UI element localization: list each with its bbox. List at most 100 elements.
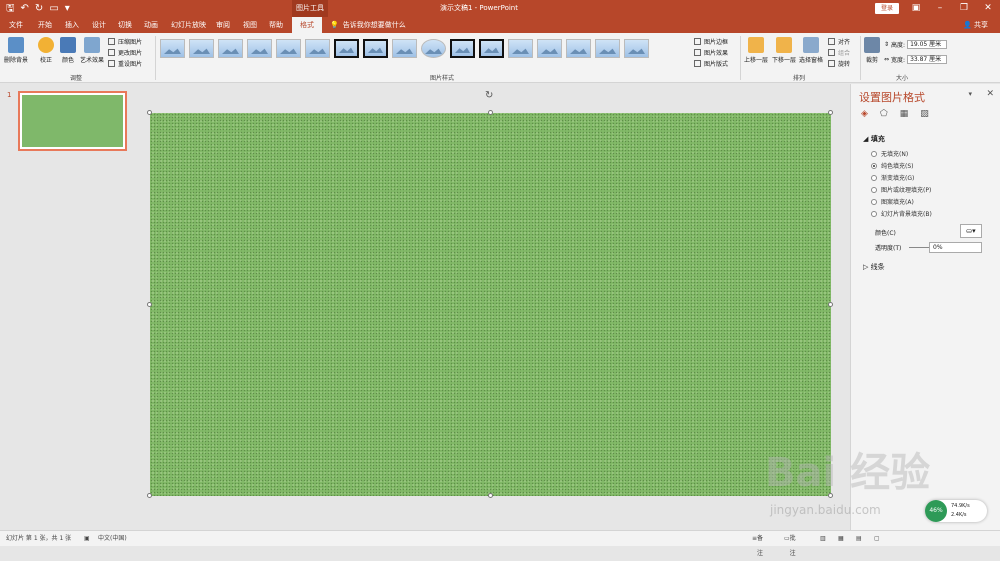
picture-style-thumb[interactable] (508, 39, 533, 58)
close-icon[interactable]: ✕ (986, 89, 994, 99)
restore-icon[interactable]: ❐ (952, 0, 976, 17)
picture-style-thumb[interactable] (537, 39, 562, 58)
tab-insert[interactable]: 插入 (65, 17, 79, 33)
solid-fill-radio[interactable]: 纯色填充(S) (871, 161, 914, 170)
picture-style-thumb[interactable] (595, 39, 620, 58)
slide-thumbnail[interactable] (18, 91, 127, 151)
width-input[interactable]: 33.87 厘米 (907, 55, 948, 64)
picture-style-thumb[interactable] (421, 39, 446, 58)
resize-handle[interactable] (147, 493, 152, 498)
width-field[interactable]: ⇔ 宽度: 33.87 厘米 (884, 55, 948, 64)
remove-background-button[interactable]: 删除背景 (4, 37, 28, 64)
rotate-handle-icon[interactable]: ↻ (485, 90, 493, 101)
slide-sorter-icon[interactable]: ▦ (838, 531, 844, 546)
undo-icon[interactable]: ↶ (21, 2, 29, 15)
height-field[interactable]: ⇕ 高度: 19.05 厘米 (884, 40, 948, 49)
picture-effects-button[interactable]: 图片效果 (694, 48, 728, 57)
correct-button[interactable]: 校正 (38, 37, 54, 64)
tab-design[interactable]: 设计 (92, 17, 106, 33)
start-presentation-icon[interactable]: ▭ (49, 2, 58, 15)
language-indicator[interactable]: 中文(中国) (98, 531, 127, 546)
picture-style-thumb[interactable] (624, 39, 649, 58)
resize-handle[interactable] (828, 302, 833, 307)
picture-style-thumb[interactable] (479, 39, 504, 58)
save-icon[interactable]: 🖫 (6, 2, 15, 15)
picture-icon[interactable]: ▨ (920, 109, 929, 119)
tab-review[interactable]: 审阅 (216, 17, 230, 33)
picture-style-thumb[interactable] (160, 39, 185, 58)
compress-pictures-button[interactable]: 压缩图片 (108, 37, 142, 46)
crop-button[interactable]: 裁剪 (864, 37, 880, 64)
share-button[interactable]: 👤 共享 (963, 17, 988, 33)
artistic-effects-button[interactable]: 艺术效果 (80, 37, 104, 64)
slideshow-icon[interactable]: ▢ (874, 531, 880, 546)
customize-qat-icon[interactable]: ▾ (65, 2, 70, 15)
tab-file[interactable]: 文件 (9, 17, 23, 33)
comments-button[interactable]: ▭ 批注 (784, 531, 796, 557)
picture-style-thumb[interactable] (363, 39, 388, 58)
reading-view-icon[interactable]: ▤ (856, 531, 862, 546)
align-button[interactable]: 对齐 (828, 37, 850, 46)
resize-handle[interactable] (488, 110, 493, 115)
picture-style-thumb[interactable] (334, 39, 359, 58)
picture-style-thumb[interactable] (276, 39, 301, 58)
color-button[interactable]: 颜色 (60, 37, 76, 64)
transparency-input[interactable]: 0% (929, 242, 982, 253)
pane-options-icon[interactable]: ▾ (968, 90, 972, 98)
tab-animations[interactable]: 动画 (144, 17, 158, 33)
change-picture-button[interactable]: 更改图片 (108, 48, 142, 57)
bring-forward-button[interactable]: 上移一层 (744, 37, 768, 64)
reset-picture-button[interactable]: 重设图片 (108, 59, 142, 68)
fill-line-icon[interactable]: ◈ (861, 109, 868, 119)
tab-help[interactable]: 帮助 (269, 17, 283, 33)
size-properties-icon[interactable]: ▦ (900, 109, 909, 119)
resize-handle[interactable] (147, 302, 152, 307)
gradient-fill-radio[interactable]: 渐变填充(G) (871, 173, 914, 182)
selected-picture[interactable] (150, 113, 831, 496)
picture-border-button[interactable]: 图片边框 (694, 37, 728, 46)
redo-icon[interactable]: ↻ (35, 2, 43, 15)
spell-check-icon[interactable]: ▣ (84, 531, 90, 546)
rotate-button[interactable]: 旋转 (828, 59, 850, 68)
effects-pentagon-icon[interactable]: ⬠ (880, 109, 888, 119)
height-input[interactable]: 19.05 厘米 (907, 40, 948, 49)
resize-handle[interactable] (488, 493, 493, 498)
send-backward-button[interactable]: 下移一层 (772, 37, 796, 64)
picture-style-thumb[interactable] (450, 39, 475, 58)
picture-style-thumb[interactable] (218, 39, 243, 58)
selection-pane-button[interactable]: 选择窗格 (799, 37, 823, 64)
tab-slideshow[interactable]: 幻灯片放映 (171, 17, 206, 33)
picture-style-thumb[interactable] (305, 39, 330, 58)
group-button[interactable]: 组合 (828, 48, 850, 57)
close-icon[interactable]: ✕ (976, 0, 1000, 17)
tab-view[interactable]: 视图 (243, 17, 257, 33)
ribbon-display-icon[interactable]: ▣ (904, 0, 928, 17)
notes-button[interactable]: ≡ 备注 (752, 531, 763, 557)
artistic-effects-label: 艺术效果 (80, 57, 105, 64)
resize-handle[interactable] (828, 110, 833, 115)
normal-view-icon[interactable]: ▥ (820, 531, 826, 546)
fill-section-header[interactable]: ◢ 填充 (863, 134, 885, 144)
tab-format[interactable]: 格式 (292, 17, 322, 33)
no-fill-radio[interactable]: 无填充(N) (871, 149, 908, 158)
minimize-icon[interactable]: – (928, 0, 952, 17)
pattern-fill-radio[interactable]: 图案填充(A) (871, 197, 914, 206)
transparency-slider[interactable] (909, 247, 929, 248)
network-speed-widget[interactable]: 46% 74.9K/s 2.4K/s (925, 500, 987, 522)
picture-texture-fill-radio[interactable]: 图片或纹理填充(P) (871, 185, 931, 194)
login-button[interactable]: 登录 (875, 3, 899, 14)
upload-speed: 74.9K/s (951, 503, 970, 509)
picture-style-thumb[interactable] (392, 39, 417, 58)
fill-color-picker[interactable]: ⛀▾ (960, 224, 982, 238)
radio-dot (871, 186, 877, 193)
tab-transitions[interactable]: 切换 (118, 17, 132, 33)
picture-style-thumb[interactable] (189, 39, 214, 58)
slide-background-fill-radio[interactable]: 幻灯片背景填充(B) (871, 209, 932, 218)
picture-style-thumb[interactable] (247, 39, 272, 58)
picture-style-thumb[interactable] (566, 39, 591, 58)
tab-home[interactable]: 开始 (38, 17, 52, 33)
picture-layout-button[interactable]: 图片版式 (694, 59, 728, 68)
tell-me-search[interactable]: 💡 告诉我你想要做什么 (330, 17, 406, 33)
resize-handle[interactable] (147, 110, 152, 115)
line-section-header[interactable]: ▷ 线条 (863, 262, 885, 272)
